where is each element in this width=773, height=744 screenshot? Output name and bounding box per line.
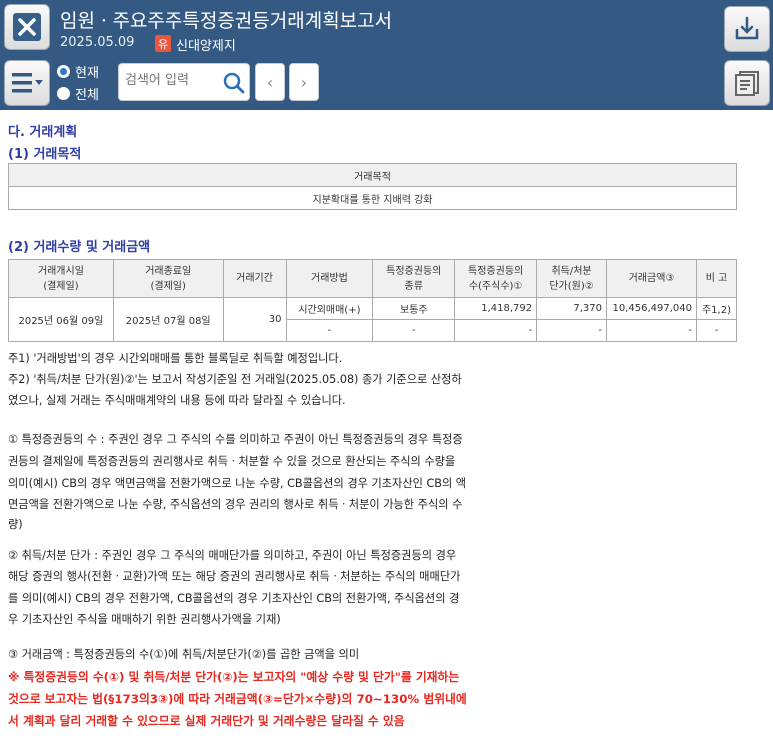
header-end-date: 거래종료일 (결제일) [112,259,224,298]
section-heading: 다. 거래계획 [8,125,78,140]
header-price: 취득/처분 단가(원)② [536,259,607,298]
qty-cell: 1,418,792 [454,297,538,320]
warning-line-2: 것으로 보고자는 법(§173의3③)에 따라 거래금액(③=단가×수량)의 7… [8,692,467,706]
circle-2-line: 를 의미(예시) CB의 경우 전환가액, CB콜옵션의 경우 기초자산인 CB… [8,592,460,605]
header-method: 거래방법 [285,259,374,298]
header-kind: 특정증권등의 종류 [372,259,456,298]
note-2a: 주2) '취득/처분 단가(원)②'는 보고서 작성기준일 전 거래일(2025… [8,373,462,386]
search-icon[interactable] [223,72,245,94]
close-icon [13,13,41,41]
company-name[interactable]: 신대양제지 [176,35,236,54]
qty-cell: - [454,319,538,342]
table-header-row: 거래개시일 (결제일) 거래종료일 (결제일) 거래기간 거래방법 특정증권등의 종류… [8,259,738,298]
circle-3-line: ③ 거래금액 : 특정증권등의 수(①)에 취득/처분단가(②)를 곱한 금액을… [8,648,360,661]
purpose-table: 거래목적 지분확대를 통한 지배력 강화 [8,163,737,210]
radio-current[interactable]: 현재 [57,62,99,81]
trade-table: 거래개시일 (결제일) 거래종료일 (결제일) 거래기간 거래방법 특정증권등의 종류… [8,259,738,342]
menu-button[interactable] [4,60,50,106]
report-date: 2025.05.09 [60,35,135,50]
header-qty: 특정증권등의 수(주식수)① [454,259,538,298]
warning-line-3: 서 계획과 달리 거래할 수 있으므로 실제 거래단가 및 거래수량은 달라질 … [8,714,405,728]
page-title: 임원ㆍ주요주주특정증권등거래계획보고서 [60,10,393,32]
radio-off-icon [57,87,70,100]
menu-icon [12,73,43,93]
close-button[interactable] [4,4,50,50]
download-icon [735,16,759,40]
circle-2-line: ② 취득/처분 단가 : 주권인 경우 그 주식의 매매단가를 의미하고, 주권… [8,549,457,562]
warning-line-1: ※ 특정증권등의 수(①) 및 취득/처분 단가(②)는 보고자의 "예상 수량… [8,670,460,684]
kind-cell: - [372,319,456,342]
chevron-left-icon: ‹ [266,72,274,92]
purpose-header: 거래목적 [8,163,737,187]
kind-cell: 보통주 [372,297,456,320]
end-date-cell: 2025년 07월 08일 [112,297,224,342]
table-row: 2025년 06월 09일 2025년 07월 08일 30 시간외매매(+) … [8,297,738,342]
amount-cell: - [606,319,697,342]
note-1: 주1) '거래방법'의 경우 시간외매매를 통한 블록딜로 취득할 예정입니다. [8,352,343,365]
volume-heading: (2) 거래수량 및 거래금액 [8,240,151,255]
next-button[interactable]: › [289,63,319,101]
chevron-right-icon: › [300,72,308,92]
period-cell: 30 [222,297,287,342]
note-cell: 주1,2) [695,297,738,320]
prev-button[interactable]: ‹ [255,63,285,101]
circle-2-line: 해당 증권의 행사(전환ㆍ교환)가액 또는 해당 증권의 권리행사로 취득ㆍ처분… [8,570,461,583]
circle-2-line: 우 기초자산인 주식을 매매하기 위한 권리행사가액을 기재) [8,613,281,626]
header-period: 거래기간 [222,259,287,298]
price-cell: - [536,319,607,342]
radio-current-label: 현재 [75,66,99,81]
document-list-icon [735,71,759,96]
market-badge: 유 [155,35,171,52]
radio-all[interactable]: 전체 [57,84,99,103]
header-start-date: 거래개시일 (결제일) [8,259,114,298]
method-cell: - [285,319,374,342]
start-date-cell: 2025년 06월 09일 [8,297,114,342]
note-2b: 였으나, 실제 거래는 주식매매계약의 내용 등에 따라 달라질 수 있습니다. [8,394,346,407]
circle-1-line: 량) [8,518,23,531]
radio-on-icon [57,65,70,78]
note-cell: - [695,319,738,342]
header-amount: 거래금액③ [606,259,697,298]
radio-all-label: 전체 [75,88,99,103]
circle-1-line: 의미(예시) CB의 경우 액면금액을 전환가액으로 나눈 수량, CB콜옵션의… [8,477,467,490]
download-button[interactable] [724,6,770,52]
purpose-value: 지분확대를 통한 지배력 강화 [8,186,737,210]
header-note: 비 고 [695,259,738,298]
circle-1-line: ① 특정증권등의 수 : 주권인 경우 그 주식의 수를 의미하고 주권이 아닌… [8,433,463,446]
circle-1-line: 권등의 결제일에 특정증권등의 권리행사로 취득ㆍ처분할 수 있을 것으로 환산… [8,455,456,468]
price-cell: 7,370 [536,297,607,320]
circle-1-line: 면금액을 전환가액으로 나눈 수량, 주식옵션의 경우 권리의 행사로 취득ㆍ처… [8,498,463,511]
search-box [118,63,250,101]
amount-cell: 10,456,497,040 [606,297,697,320]
document-button[interactable] [724,60,770,106]
search-input[interactable] [125,73,225,88]
purpose-heading: (1) 거래목적 [8,147,82,162]
app-header: 임원ㆍ주요주주특정증권등거래계획보고서 2025.05.09 유 신대양제지 현… [0,0,773,110]
method-cell: 시간외매매(+) [285,297,374,320]
